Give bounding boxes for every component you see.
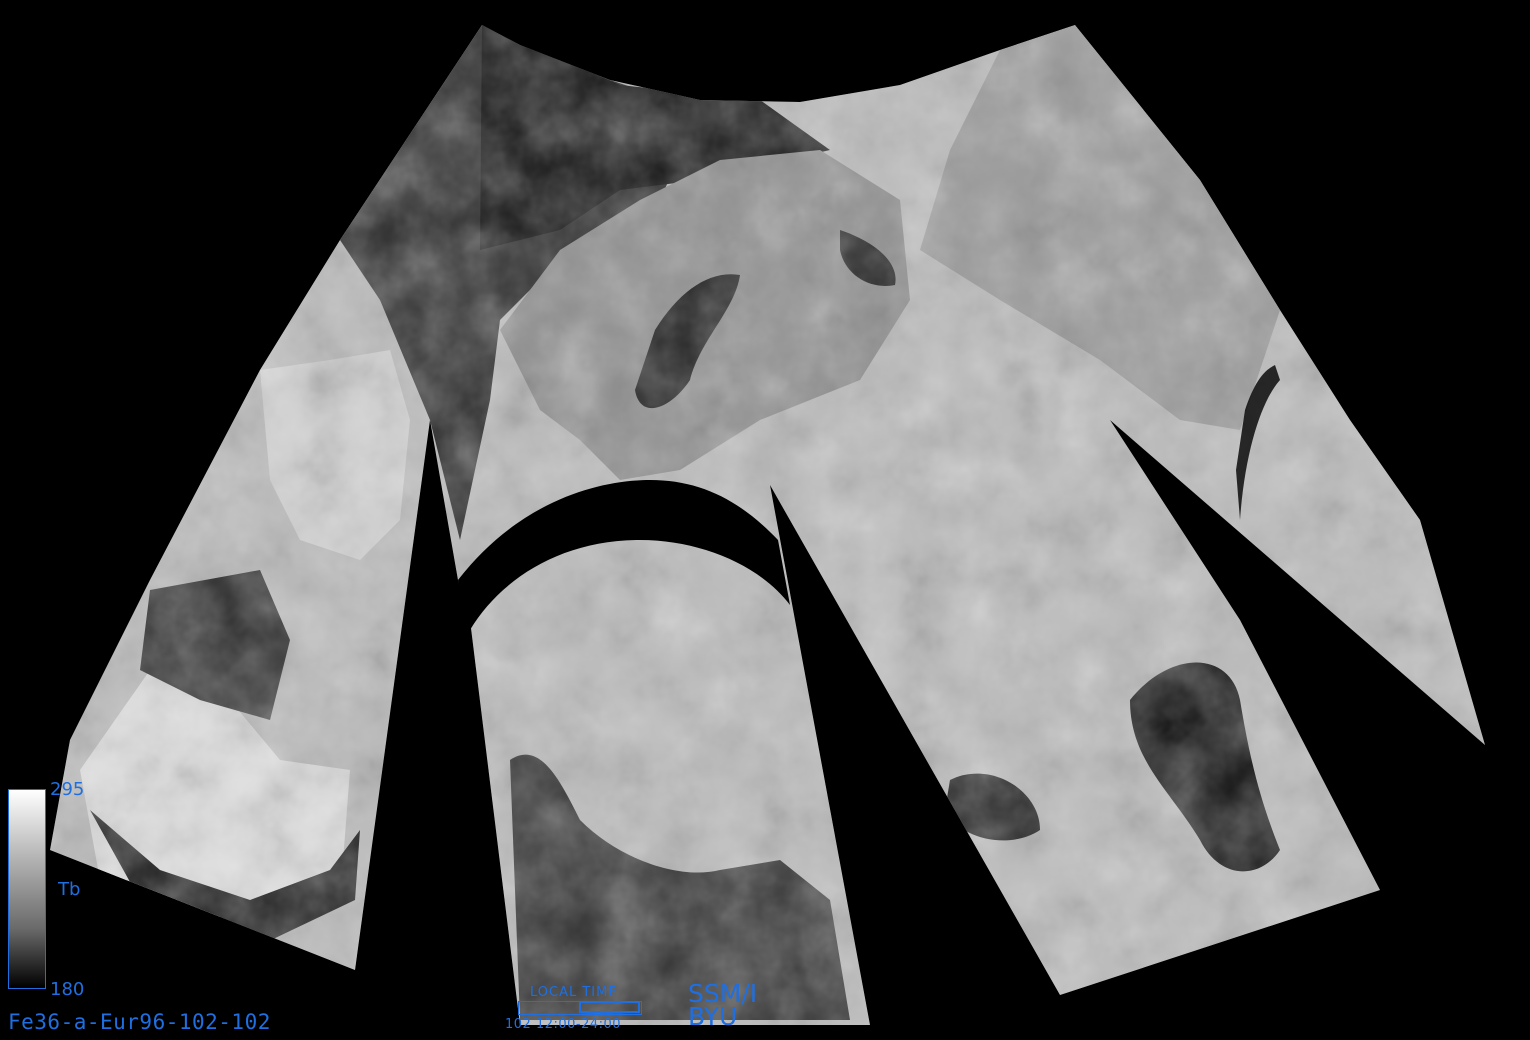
colorbar-min-label: 180 — [50, 979, 85, 1000]
image-id: Fe36-a-Eur96-102-102 — [8, 1010, 271, 1034]
local-time-label: LOCAL TIME — [530, 985, 618, 1000]
brightness-temperature-map — [50, 25, 1485, 1025]
local-time-bar-fill — [579, 1001, 640, 1013]
local-time-range: 102 12:00-24:00 — [505, 1017, 622, 1032]
colorbar — [8, 789, 46, 989]
colorbar-max-label: 295 — [50, 779, 85, 800]
colorbar-variable-label: Tb — [58, 879, 81, 900]
sensor-label: SSM/I BYU — [688, 981, 757, 1031]
sensor-org: BYU — [688, 1002, 738, 1031]
